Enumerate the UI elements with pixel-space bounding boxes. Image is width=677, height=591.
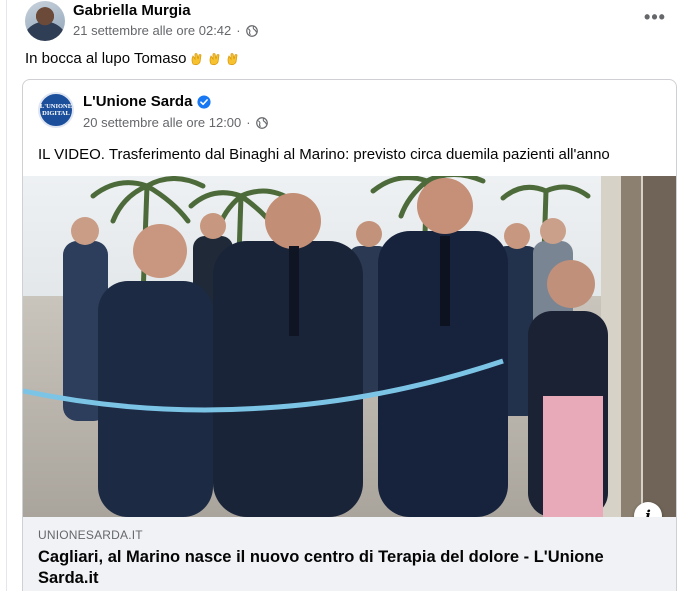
shared-post-card[interactable]: L'UNIONE DIGITAL L'Unione Sarda 20 sette…	[22, 79, 677, 591]
more-options-button[interactable]: •••	[638, 4, 672, 30]
facebook-post: Gabriella Murgia 21 settembre alle ore 0…	[0, 0, 677, 591]
post-message: In bocca al lupo Tomaso	[25, 50, 187, 67]
shared-post-meta: 20 settembre alle ore 12:00 ·	[83, 115, 268, 130]
post-timestamp[interactable]: 21 settembre alle ore 02:42	[73, 23, 231, 38]
link-domain: UNIONESARDA.IT	[38, 528, 143, 542]
feed-divider	[6, 0, 7, 591]
clapping-hands-icon	[191, 52, 201, 65]
post-text: In bocca al lupo Tomaso	[25, 50, 241, 67]
page-logo[interactable]: L'UNIONE DIGITAL	[38, 92, 74, 128]
verified-badge-icon	[197, 94, 211, 109]
post-meta: 21 settembre alle ore 02:42 ·	[73, 23, 258, 38]
link-title[interactable]: Cagliari, al Marino nasce il nuovo centr…	[38, 547, 648, 589]
page-name[interactable]: L'Unione Sarda	[83, 93, 192, 110]
article-photo[interactable]	[23, 176, 677, 517]
shared-post-text: IL VIDEO. Trasferimento dal Binaghi al M…	[38, 146, 610, 163]
globe-icon	[255, 116, 268, 129]
author-avatar[interactable]	[25, 1, 65, 41]
clapping-hands-icon	[227, 52, 237, 65]
shared-timestamp[interactable]: 20 settembre alle ore 12:00	[83, 115, 241, 130]
author-name[interactable]: Gabriella Murgia	[73, 2, 191, 19]
clapping-hands-icon	[209, 52, 219, 65]
page-name-row: L'Unione Sarda	[83, 93, 211, 110]
globe-icon	[245, 24, 258, 37]
link-preview[interactable]: UNIONESARDA.IT Cagliari, al Marino nasce…	[23, 517, 676, 591]
